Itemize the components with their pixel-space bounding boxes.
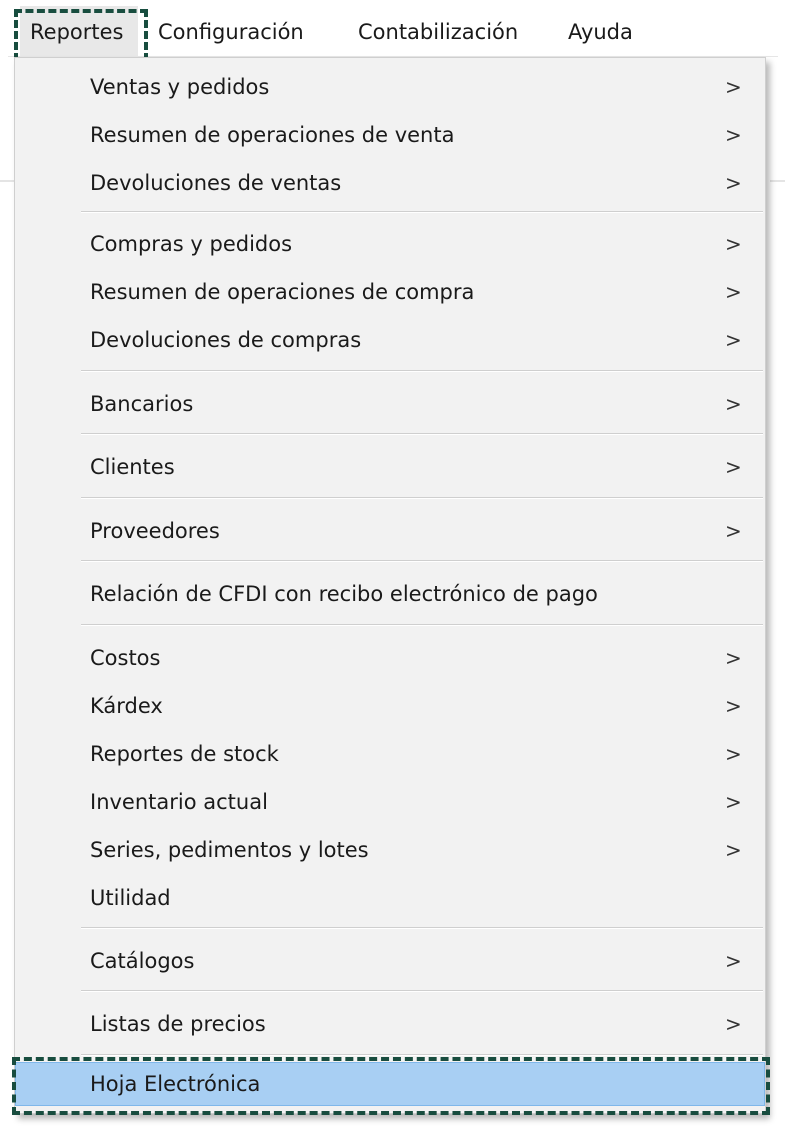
menu-item-hoja-electronica[interactable]: Hoja Electrónica [15,1062,765,1106]
menu-item-label: Resumen de operaciones de venta [90,123,455,147]
menu-separator [81,497,763,499]
menu-item-label: Bancarios [90,392,194,416]
menu-item-kardex[interactable]: Kárdex > [15,682,765,730]
menu-item-series-pedimentos-lotes[interactable]: Series, pedimentos y lotes > [15,826,765,874]
menu-item-label: Inventario actual [90,790,268,814]
chevron-right-icon: > [725,790,742,814]
menu-item-label: Listas de precios [90,1012,266,1036]
menu-item-utilidad[interactable]: Utilidad [15,874,765,922]
menu-separator [81,433,763,435]
chevron-right-icon: > [725,123,742,147]
menu-bar: Reportes Configuración Contabilización A… [8,6,778,57]
menu-ayuda[interactable]: Ayuda [568,6,633,56]
chevron-right-icon: > [725,75,742,99]
menu-item-clientes[interactable]: Clientes > [15,443,765,491]
background-window-edge-right [770,180,785,182]
menu-item-label: Devoluciones de compras [90,328,362,352]
menu-item-label: Compras y pedidos [90,232,293,256]
menu-separator [81,560,763,562]
chevron-right-icon: > [725,280,742,304]
reportes-dropdown-menu: Ventas y pedidos > Resumen de operacione… [14,57,766,1114]
menu-item-costos[interactable]: Costos > [15,634,765,682]
menu-configuracion[interactable]: Configuración [158,6,304,56]
menu-separator [81,211,763,213]
menu-item-reportes-de-stock[interactable]: Reportes de stock > [15,730,765,778]
menu-item-label: Devoluciones de ventas [90,171,342,195]
menu-separator [81,370,763,372]
menu-item-ventas-y-pedidos[interactable]: Ventas y pedidos > [15,63,765,111]
menu-item-label: Proveedores [90,519,220,543]
menu-item-label: Costos [90,646,161,670]
chevron-right-icon: > [725,328,742,352]
menu-separator [81,1054,763,1056]
menu-item-resumen-operaciones-compra[interactable]: Resumen de operaciones de compra > [15,268,765,316]
menu-item-devoluciones-ventas[interactable]: Devoluciones de ventas > [15,159,765,207]
menu-contabilizacion[interactable]: Contabilización [358,6,518,56]
menu-item-label: Relación de CFDI con recibo electrónico … [90,582,598,606]
chevron-right-icon: > [725,1012,742,1036]
chevron-right-icon: > [725,742,742,766]
chevron-right-icon: > [725,646,742,670]
menu-separator [81,624,763,626]
menu-item-compras-y-pedidos[interactable]: Compras y pedidos > [15,220,765,268]
menu-item-label: Reportes de stock [90,742,279,766]
menu-item-label: Ventas y pedidos [90,75,270,99]
background-window-edge [0,180,14,182]
menu-item-label: Clientes [90,455,175,479]
chevron-right-icon: > [725,838,742,862]
menu-item-inventario-actual[interactable]: Inventario actual > [15,778,765,826]
menu-separator [81,990,763,992]
menu-item-label: Series, pedimentos y lotes [90,838,369,862]
menu-item-proveedores[interactable]: Proveedores > [15,507,765,555]
menu-item-label: Kárdex [90,694,163,718]
chevron-right-icon: > [725,519,742,543]
menu-item-listas-de-precios[interactable]: Listas de precios > [15,1000,765,1048]
chevron-right-icon: > [725,171,742,195]
menu-item-devoluciones-compras[interactable]: Devoluciones de compras > [15,316,765,364]
menu-item-label: Catálogos [90,949,195,973]
menu-item-relacion-cfdi[interactable]: Relación de CFDI con recibo electrónico … [15,570,765,618]
chevron-right-icon: > [725,949,742,973]
menu-item-label: Resumen de operaciones de compra [90,280,475,304]
menu-item-catalogos[interactable]: Catálogos > [15,937,765,985]
menu-item-label: Utilidad [90,886,171,910]
menu-item-resumen-operaciones-venta[interactable]: Resumen de operaciones de venta > [15,111,765,159]
screen: Reportes Configuración Contabilización A… [0,0,785,1126]
chevron-right-icon: > [725,392,742,416]
chevron-right-icon: > [725,694,742,718]
menu-separator [81,927,763,929]
menu-item-label: Hoja Electrónica [90,1072,261,1096]
menu-reportes[interactable]: Reportes [20,6,138,56]
chevron-right-icon: > [725,455,742,479]
menu-item-bancarios[interactable]: Bancarios > [15,380,765,428]
chevron-right-icon: > [725,232,742,256]
